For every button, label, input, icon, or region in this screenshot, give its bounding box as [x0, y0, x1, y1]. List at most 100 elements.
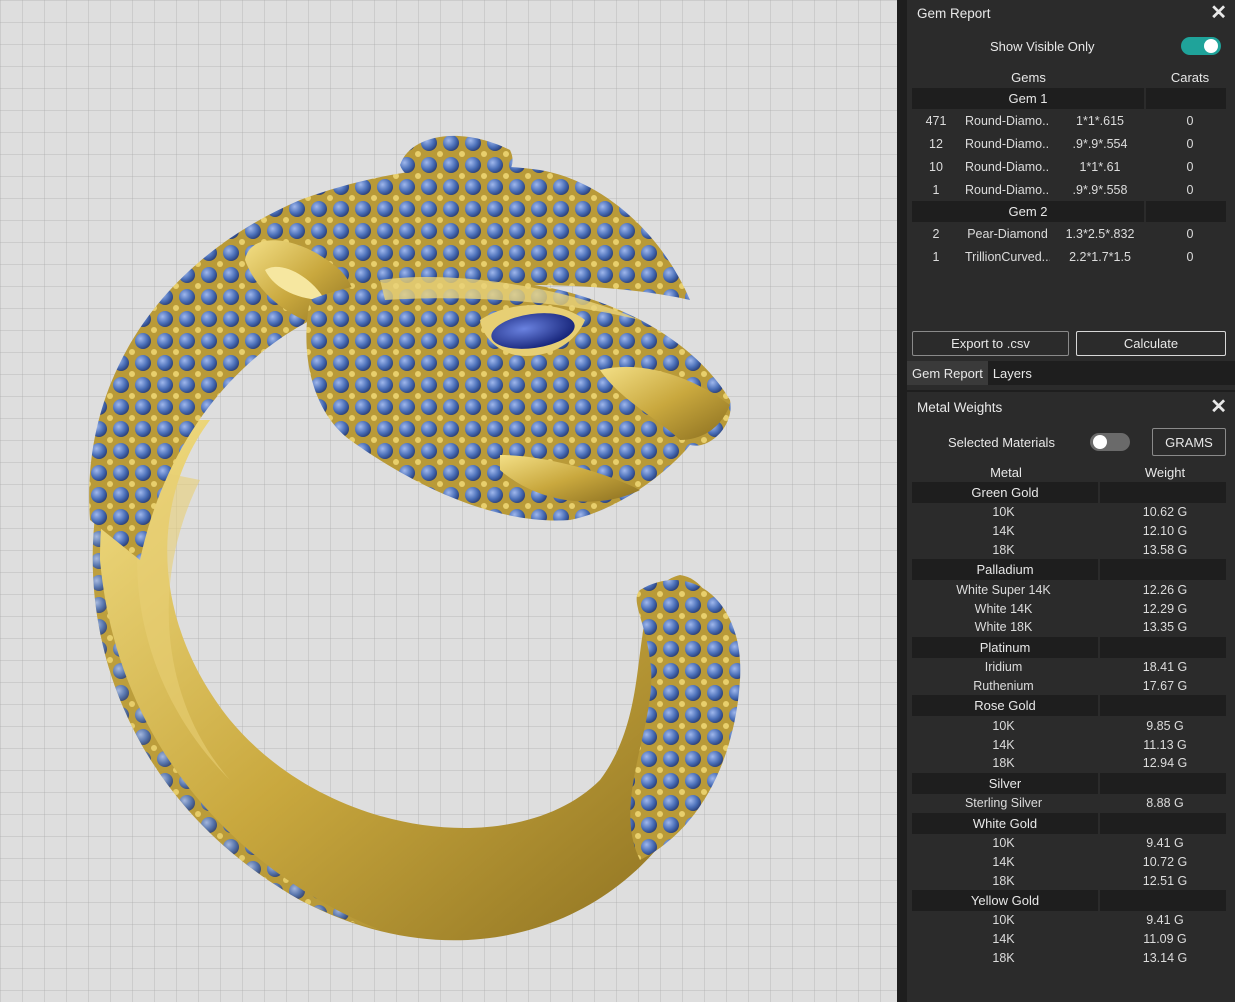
- metal-group-header: Platinum: [912, 636, 1226, 658]
- metal-row[interactable]: 14K 12.10 G: [907, 522, 1235, 541]
- 3d-viewport[interactable]: [0, 0, 897, 1002]
- gem-row[interactable]: 2 Pear-Diamond 1.3*2.5*.832 0: [907, 222, 1235, 245]
- metal-group-name: Palladium: [912, 559, 1100, 581]
- metal-row[interactable]: White 18K 13.35 G: [907, 618, 1235, 637]
- metal-group-header: Rose Gold: [912, 695, 1226, 717]
- gem-report-panel: Gem Report ✕ Show Visible Only Gems Cara…: [907, 0, 1235, 390]
- metal-row[interactable]: Sterling Silver 8.88 G: [907, 794, 1235, 813]
- col-metal: Metal: [990, 464, 1022, 480]
- gem-size: 1.3*2.5*.832: [1065, 226, 1135, 241]
- metal-name: 18K: [992, 950, 1015, 965]
- metal-weights-panel: Metal Weights ✕ Selected Materials GRAMS…: [907, 390, 1235, 1002]
- metal-group-header: Silver: [912, 772, 1226, 794]
- gem-shape: Round-Diamo...: [965, 136, 1050, 151]
- metal-name: 14K: [992, 524, 1015, 539]
- metal-row[interactable]: 18K 12.94 G: [907, 754, 1235, 773]
- metal-row[interactable]: Iridium 18.41 G: [907, 658, 1235, 677]
- show-visible-row: Show Visible Only: [907, 26, 1235, 66]
- gem-shape: TrillionCurved...: [965, 249, 1050, 264]
- gem-carats: 0: [1186, 159, 1194, 174]
- gem-carats: 0: [1186, 226, 1194, 241]
- gem-row[interactable]: 471 Round-Diamo... 1*1*.615 0: [907, 109, 1235, 132]
- ring-model: [89, 135, 741, 941]
- metal-row[interactable]: 10K 9.85 G: [907, 716, 1235, 735]
- metal-name: 10K: [992, 913, 1015, 928]
- gem-group-header: Gem 1: [912, 88, 1226, 109]
- gem-count: 12: [929, 136, 943, 151]
- close-icon[interactable]: ✕: [1210, 397, 1227, 417]
- selected-materials-row: Selected Materials GRAMS: [907, 422, 1235, 462]
- metal-name: 10K: [992, 718, 1015, 733]
- gem-count: 1: [932, 249, 940, 264]
- metal-row[interactable]: 10K 9.41 G: [907, 911, 1235, 930]
- panel-splitter[interactable]: [897, 0, 907, 1002]
- metal-row[interactable]: 18K 13.58 G: [907, 541, 1235, 560]
- gem-carats: 0: [1186, 136, 1194, 151]
- metal-row[interactable]: 14K 11.13 G: [907, 735, 1235, 754]
- gem-group-name: Gem 1: [912, 88, 1146, 109]
- tab-layers[interactable]: Layers: [988, 361, 1037, 385]
- gem-shape: Pear-Diamond: [967, 226, 1048, 241]
- export-csv-button[interactable]: Export to .csv: [912, 331, 1069, 356]
- metal-weight: 10.62 G: [1142, 505, 1188, 520]
- metal-weight: 12.10 G: [1142, 524, 1188, 539]
- close-icon[interactable]: ✕: [1210, 3, 1227, 23]
- gem-shape: Round-Diamo...: [965, 159, 1050, 174]
- metal-weight: 9.41 G: [1146, 835, 1184, 850]
- metal-name: Iridium: [984, 660, 1023, 675]
- metal-name: White 18K: [974, 620, 1033, 635]
- metal-name: Sterling Silver: [964, 796, 1043, 811]
- metal-name: 18K: [992, 542, 1015, 557]
- gem-size: 1*1*.615: [1076, 113, 1124, 128]
- gem-shape: Round-Diamo...: [965, 182, 1050, 197]
- panel-tabs: Gem Report Layers: [907, 361, 1235, 385]
- gem-row[interactable]: 12 Round-Diamo... .9*.9*.554 0: [907, 132, 1235, 155]
- gem-size: .9*.9*.558: [1072, 182, 1128, 197]
- metal-row[interactable]: 18K 12.51 G: [907, 871, 1235, 890]
- metal-row[interactable]: White Super 14K 12.26 G: [907, 580, 1235, 599]
- metal-name: White 14K: [974, 601, 1033, 616]
- metal-group-name: Silver: [912, 772, 1100, 794]
- gem-report-title: Gem Report: [917, 5, 991, 21]
- metal-name: 10K: [992, 505, 1015, 520]
- gem-carats: 0: [1186, 249, 1194, 264]
- selected-materials-label: Selected Materials: [948, 434, 1055, 450]
- metal-name: 14K: [992, 932, 1015, 947]
- toggle-knob: [1204, 39, 1218, 53]
- tab-gem-report[interactable]: Gem Report: [907, 361, 988, 385]
- metal-weight: 13.35 G: [1142, 620, 1188, 635]
- metal-row[interactable]: 18K 13.14 G: [907, 949, 1235, 968]
- gem-count: 10: [929, 159, 943, 174]
- metal-row[interactable]: 10K 9.41 G: [907, 834, 1235, 853]
- metal-table-header: Metal Weight: [907, 462, 1235, 482]
- metal-row[interactable]: White 14K 12.29 G: [907, 599, 1235, 618]
- metal-name: Ruthenium: [973, 678, 1034, 693]
- gem-row[interactable]: 1 Round-Diamo... .9*.9*.558 0: [907, 178, 1235, 201]
- show-visible-toggle[interactable]: [1181, 37, 1221, 55]
- units-button[interactable]: GRAMS: [1152, 428, 1226, 456]
- gem-report-header: Gem Report ✕: [907, 0, 1235, 26]
- gem-size: .9*.9*.554: [1072, 136, 1128, 151]
- metal-row[interactable]: Ruthenium 17.67 G: [907, 677, 1235, 696]
- metal-weight: 11.09 G: [1143, 932, 1187, 947]
- selected-materials-controls: GRAMS: [1090, 428, 1226, 456]
- metal-group-name: Platinum: [912, 636, 1100, 658]
- calculate-button[interactable]: Calculate: [1076, 331, 1226, 356]
- metal-row[interactable]: 14K 10.72 G: [907, 852, 1235, 871]
- show-visible-label: Show Visible Only: [990, 38, 1095, 54]
- metal-row[interactable]: 10K 10.62 G: [907, 503, 1235, 522]
- selected-materials-toggle[interactable]: [1090, 433, 1130, 451]
- metal-group-header: White Gold: [912, 812, 1226, 834]
- metal-row[interactable]: 14K 11.09 G: [907, 930, 1235, 949]
- gem-row[interactable]: 10 Round-Diamo... 1*1*.61 0: [907, 155, 1235, 178]
- gem-count: 1: [932, 182, 940, 197]
- metal-weight: 17.67 G: [1142, 678, 1188, 693]
- metal-group-name: Yellow Gold: [912, 889, 1100, 911]
- metal-group-header: Green Gold: [912, 482, 1226, 503]
- metal-group-name: Rose Gold: [912, 695, 1100, 717]
- metal-weights-title: Metal Weights: [917, 399, 1003, 415]
- gem-count: 2: [932, 226, 940, 241]
- metal-group-header: Yellow Gold: [912, 889, 1226, 911]
- gem-row[interactable]: 1 TrillionCurved... 2.2*1.7*1.5 0: [907, 245, 1235, 268]
- gem-count: 471: [925, 113, 947, 128]
